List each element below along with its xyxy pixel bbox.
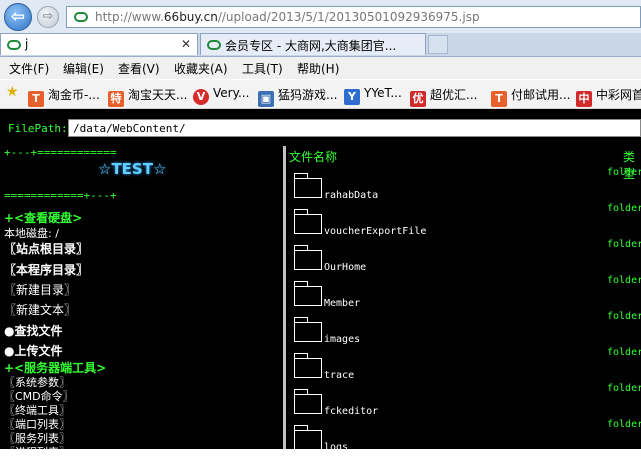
file-type: folder <box>607 383 641 394</box>
web-page: FilePath: /data/WebContent/ +---+=======… <box>0 109 641 459</box>
taobao-icon: T <box>28 91 44 107</box>
favorites-bar: ★ T 淘金币-... 特淘宝天天... V Very... ▣ 猛犸游戏... YY… <box>0 80 641 109</box>
menu-help[interactable]: 帮助(H) <box>297 60 339 77</box>
favorites-star-icon[interactable]: ★ <box>6 84 19 100</box>
tab-bar: j ✕ 会员专区 - 大商网,大商集团官... <box>0 33 641 57</box>
file-name[interactable]: logs <box>324 442 348 453</box>
find-file-link[interactable]: ●查找文件 <box>4 322 62 339</box>
menu-file[interactable]: 文件(F) <box>9 60 49 77</box>
file-list-panel: 文件名称 类型 rahabData folder voucherExportFile… <box>286 146 641 453</box>
filepath-label: FilePath: <box>8 122 68 135</box>
menu-favorites[interactable]: 收藏夹(A) <box>174 60 228 77</box>
new-text-link[interactable]: 〖新建文本〗 <box>4 301 76 318</box>
address-url[interactable]: http://www.66buy.cn//upload/2013/5/1/201… <box>95 10 480 24</box>
upload-file-link[interactable]: ●上传文件 <box>4 342 62 359</box>
taobao-icon: 特 <box>108 91 124 107</box>
tab-active[interactable]: j ✕ <box>0 33 198 55</box>
very-icon: V <box>193 89 209 105</box>
favorite-link[interactable]: 优超优汇... <box>410 86 477 107</box>
forward-button[interactable]: ⇨ <box>37 6 59 28</box>
file-row[interactable]: rahabData folder <box>286 166 641 201</box>
favorite-link[interactable]: 中中彩网首 <box>576 86 641 107</box>
folder-icon <box>294 245 322 270</box>
file-row[interactable]: trace folder <box>286 346 641 381</box>
file-type: folder <box>607 275 641 286</box>
filepath-input[interactable]: /data/WebContent/ <box>68 119 641 137</box>
site-root-link[interactable]: 〖站点根目录〗 <box>4 240 88 257</box>
yyets-icon: Y <box>344 89 360 105</box>
file-type: folder <box>607 239 641 250</box>
favorite-link[interactable]: T 淘金币-... <box>28 86 100 107</box>
file-type: folder <box>607 419 641 430</box>
file-row[interactable]: fckeditor folder <box>286 382 641 417</box>
close-tab-icon[interactable]: ✕ <box>181 37 191 51</box>
left-panel: +---+============ ☆TEST☆ ============+--… <box>0 146 283 459</box>
forward-arrow-icon: ⇨ <box>42 9 54 24</box>
folder-icon <box>294 317 322 342</box>
folder-icon <box>294 281 322 306</box>
site-icon <box>74 12 88 22</box>
menu-tools[interactable]: 工具(T) <box>242 60 283 77</box>
file-row[interactable]: images folder <box>286 310 641 345</box>
local-disk-text: 本地磁盘: / <box>4 227 59 240</box>
chaoyouhui-icon: 优 <box>410 91 426 107</box>
new-dir-link[interactable]: 〖新建目录〗 <box>4 281 76 298</box>
address-toolbar: ⇦ ⇨ http://www.66buy.cn//upload/2013/5/1… <box>0 0 641 33</box>
tab-label: 会员专区 - 大商网,大商集团官... <box>225 39 397 53</box>
folder-icon <box>294 389 322 414</box>
tab-label: j <box>25 37 29 51</box>
favorite-link[interactable]: 特淘宝天天... <box>108 86 187 107</box>
file-name[interactable]: trace <box>324 370 354 381</box>
favorite-link[interactable]: Y YYeT... <box>344 86 402 105</box>
file-row[interactable]: logs folder <box>286 418 641 453</box>
favorite-link[interactable]: ▣ 猛犸游戏... <box>258 86 337 107</box>
file-row[interactable]: Member folder <box>286 274 641 309</box>
file-row[interactable]: voucherExportFile folder <box>286 202 641 237</box>
file-row[interactable]: OurHome folder <box>286 238 641 273</box>
new-tab-button[interactable] <box>428 35 448 54</box>
site-icon <box>7 40 21 50</box>
menu-edit[interactable]: 编辑(E) <box>63 60 104 77</box>
column-header-name: 文件名称 <box>289 150 338 164</box>
test-logo: ☆TEST☆ <box>98 160 167 178</box>
program-dir-link[interactable]: 〖本程序目录〗 <box>4 261 88 278</box>
file-type: folder <box>607 347 641 358</box>
tab-member-area[interactable]: 会员专区 - 大商网,大商集团官... <box>200 33 426 55</box>
favorite-link[interactable]: T 付邮试用... <box>491 86 570 107</box>
view-disk-link[interactable]: +<查看硬盘> <box>4 209 82 226</box>
file-name[interactable]: OurHome <box>324 262 366 273</box>
folder-icon <box>294 173 322 198</box>
file-name[interactable]: rahabData <box>324 190 378 201</box>
folder-icon <box>294 425 322 450</box>
back-arrow-icon: ⇦ <box>10 7 26 27</box>
game-icon: ▣ <box>258 91 274 107</box>
file-type: folder <box>607 203 641 214</box>
file-name[interactable]: fckeditor <box>324 406 378 417</box>
address-bar[interactable]: http://www.66buy.cn//upload/2013/5/1/201… <box>66 6 641 28</box>
file-name[interactable]: Member <box>324 298 360 309</box>
site-icon <box>207 40 221 50</box>
file-type: folder <box>607 167 641 178</box>
menu-view[interactable]: 查看(V) <box>118 60 160 77</box>
folder-icon <box>294 353 322 378</box>
file-name[interactable]: voucherExportFile <box>324 226 426 237</box>
zhongcai-icon: 中 <box>576 91 592 107</box>
taobao-icon: T <box>491 91 507 107</box>
folder-icon <box>294 209 322 234</box>
menu-bar: 文件(F) 编辑(E) 查看(V) 收藏夹(A) 工具(T) 帮助(H) <box>0 57 641 79</box>
file-type: folder <box>607 311 641 322</box>
border-decoration: ============+---+ <box>4 189 117 202</box>
favorite-link[interactable]: V Very... <box>193 86 249 105</box>
process-list-link[interactable]: 〖进程列表〗 <box>4 444 70 460</box>
border-decoration: +---+============ <box>4 146 117 159</box>
back-button[interactable]: ⇦ <box>4 3 32 31</box>
file-name[interactable]: images <box>324 334 360 345</box>
